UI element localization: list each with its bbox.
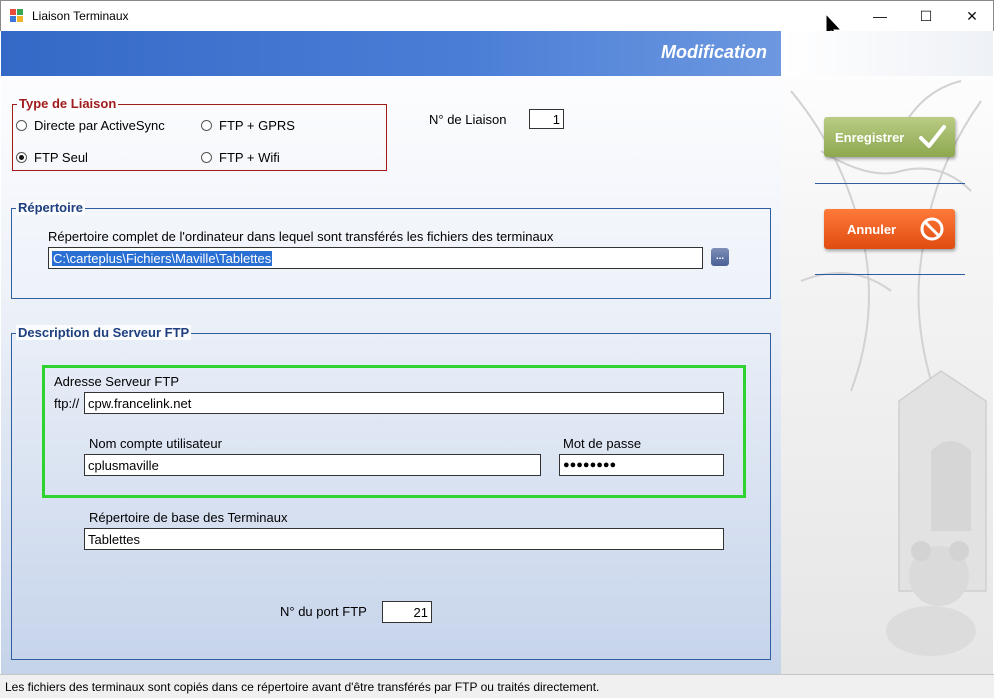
radio-ftp-wifi[interactable]: FTP + Wifi	[201, 150, 280, 165]
radio-ftp-seul[interactable]: FTP Seul	[16, 150, 88, 165]
minimize-button[interactable]: —	[857, 1, 903, 31]
radio-label: Directe par ActiveSync	[34, 118, 165, 133]
radio-activesync[interactable]: Directe par ActiveSync	[16, 118, 165, 133]
directory-path-field[interactable]: C:\carteplus\Fichiers\Maville\Tablettes	[48, 247, 703, 269]
radio-circle[interactable]	[16, 120, 27, 131]
window-title: Liaison Terminaux	[32, 9, 129, 23]
link-number-field[interactable]: 1	[529, 109, 564, 129]
user-field[interactable]: cplusmaville	[84, 454, 541, 476]
link-type-legend: Type de Liaison	[17, 96, 119, 111]
password-label: Mot de passe	[563, 436, 642, 451]
directory-description: Répertoire complet de l'ordinateur dans …	[48, 229, 554, 244]
radio-label: FTP + Wifi	[219, 150, 280, 165]
password-field[interactable]: ●●●●●●●●	[559, 454, 724, 476]
ftp-server-legend: Description du Serveur FTP	[16, 325, 192, 340]
base-dir-label: Répertoire de base des Terminaux	[89, 510, 288, 525]
checkmark-icon	[919, 125, 946, 148]
radio-circle-selected[interactable]	[16, 152, 27, 163]
radio-label: FTP + GPRS	[219, 118, 295, 133]
port-field[interactable]: 21	[382, 601, 432, 623]
radio-label: FTP Seul	[34, 150, 88, 165]
link-number-label: N° de Liaison	[429, 112, 507, 127]
prohibited-icon	[920, 217, 944, 241]
maximize-button[interactable]: ☐	[903, 1, 949, 31]
separator	[815, 274, 965, 275]
app-icon	[10, 9, 24, 23]
title-bar: Liaison Terminaux — ☐ ✕	[0, 0, 994, 31]
directory-legend: Répertoire	[16, 200, 86, 215]
ftp-prefix-label: ftp://	[54, 396, 80, 411]
save-button-label: Enregistrer	[835, 129, 905, 145]
close-button[interactable]: ✕	[949, 1, 994, 31]
separator	[815, 183, 965, 184]
save-button[interactable]: Enregistrer	[824, 117, 955, 157]
status-text: Les fichiers des terminaux sont copiés d…	[5, 680, 600, 694]
port-label: N° du port FTP	[280, 604, 367, 619]
header-band: Modification	[1, 31, 781, 76]
cancel-button-label: Annuler	[847, 221, 897, 237]
directory-path-value: C:\carteplus\Fichiers\Maville\Tablettes	[52, 251, 273, 266]
server-address-label: Adresse Serveur FTP	[54, 374, 179, 389]
status-bar: Les fichiers des terminaux sont copiés d…	[0, 674, 994, 698]
browse-button[interactable]: ...	[711, 248, 729, 266]
radio-circle[interactable]	[201, 152, 212, 163]
page-title: Modification	[661, 42, 767, 62]
radio-circle[interactable]	[201, 120, 212, 131]
server-address-field[interactable]: cpw.francelink.net	[84, 392, 724, 414]
radio-ftp-gprs[interactable]: FTP + GPRS	[201, 118, 295, 133]
base-dir-field[interactable]: Tablettes	[84, 528, 724, 550]
cancel-button[interactable]: Annuler	[824, 209, 955, 249]
user-label: Nom compte utilisateur	[89, 436, 222, 451]
